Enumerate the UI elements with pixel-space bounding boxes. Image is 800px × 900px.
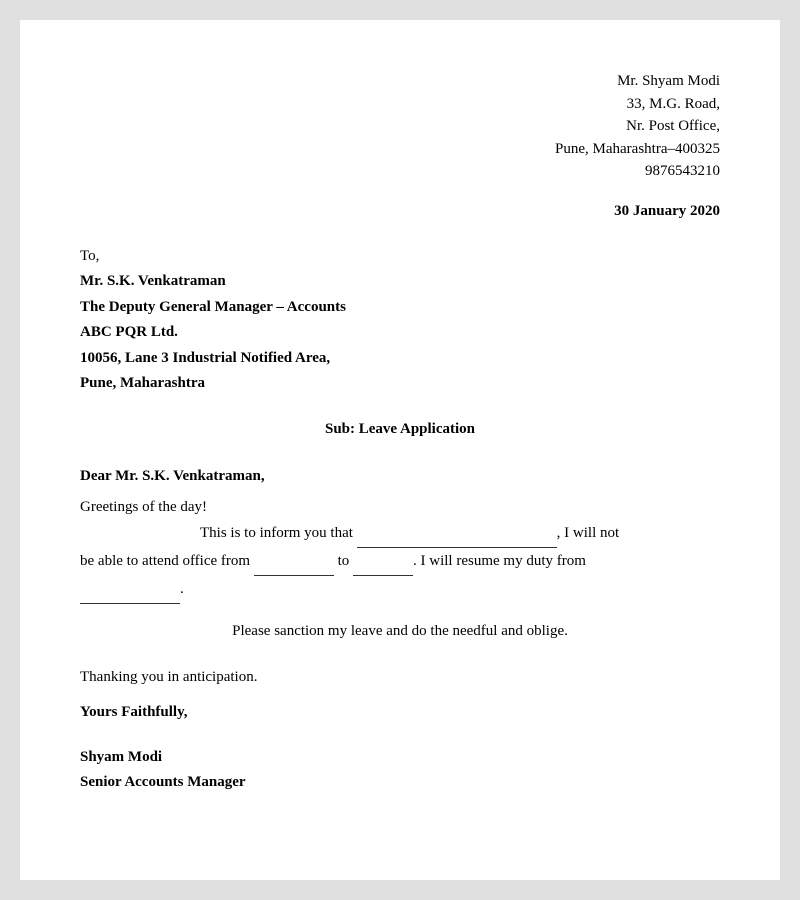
salutation: Dear Mr. S.K. Venkatraman,: [80, 468, 720, 485]
signature-name: Shyam Modi: [80, 745, 720, 771]
body-line1-suffix: , I will not: [557, 525, 620, 541]
subject-line: Sub: Leave Application: [80, 421, 720, 438]
indent-space: [80, 520, 200, 547]
signature-block: Shyam Modi Senior Accounts Manager: [80, 745, 720, 796]
body-line3-end: .: [180, 581, 184, 597]
blank-reason: [357, 520, 557, 548]
sender-address: Mr. Shyam Modi 33, M.G. Road, Nr. Post O…: [80, 70, 720, 183]
sender-address-line3: Pune, Maharashtra–400325: [80, 138, 720, 161]
body-line1-prefix: This is to inform you that: [200, 525, 353, 541]
recipient-address2: Pune, Maharashtra: [80, 371, 720, 397]
recipient-block: To, Mr. S.K. Venkatraman The Deputy Gene…: [80, 244, 720, 397]
sender-address-line2: Nr. Post Office,: [80, 115, 720, 138]
body-paragraph: This is to inform you that , I will not …: [80, 520, 720, 604]
body-line2-middle: to: [338, 553, 350, 569]
blank-resume-date: [80, 576, 180, 604]
sender-address-line1: 33, M.G. Road,: [80, 93, 720, 116]
closing: Yours Faithfully,: [80, 704, 720, 721]
sender-name: Mr. Shyam Modi: [80, 70, 720, 93]
recipient-title: The Deputy General Manager – Accounts: [80, 295, 720, 321]
letter-page: Mr. Shyam Modi 33, M.G. Road, Nr. Post O…: [20, 20, 780, 880]
recipient-company: ABC PQR Ltd.: [80, 320, 720, 346]
blank-from-date: [254, 548, 334, 576]
sender-phone: 9876543210: [80, 160, 720, 183]
recipient-address1: 10056, Lane 3 Industrial Notified Area,: [80, 346, 720, 372]
recipient-name: Mr. S.K. Venkatraman: [80, 269, 720, 295]
sanction-paragraph: Please sanction my leave and do the need…: [80, 618, 720, 645]
signature-title: Senior Accounts Manager: [80, 770, 720, 796]
thanking-line: Thanking you in anticipation.: [80, 669, 720, 686]
body-line2-suffix: . I will resume my duty from: [413, 553, 586, 569]
date-line: 30 January 2020: [80, 203, 720, 220]
salutation-text: Dear: [80, 468, 115, 484]
blank-to-date: [353, 548, 413, 576]
greeting: Greetings of the day!: [80, 499, 720, 516]
to-label: To,: [80, 244, 720, 270]
body-line2-prefix: be able to attend office from: [80, 553, 250, 569]
salutation-name: Mr. S.K. Venkatraman,: [115, 468, 264, 484]
